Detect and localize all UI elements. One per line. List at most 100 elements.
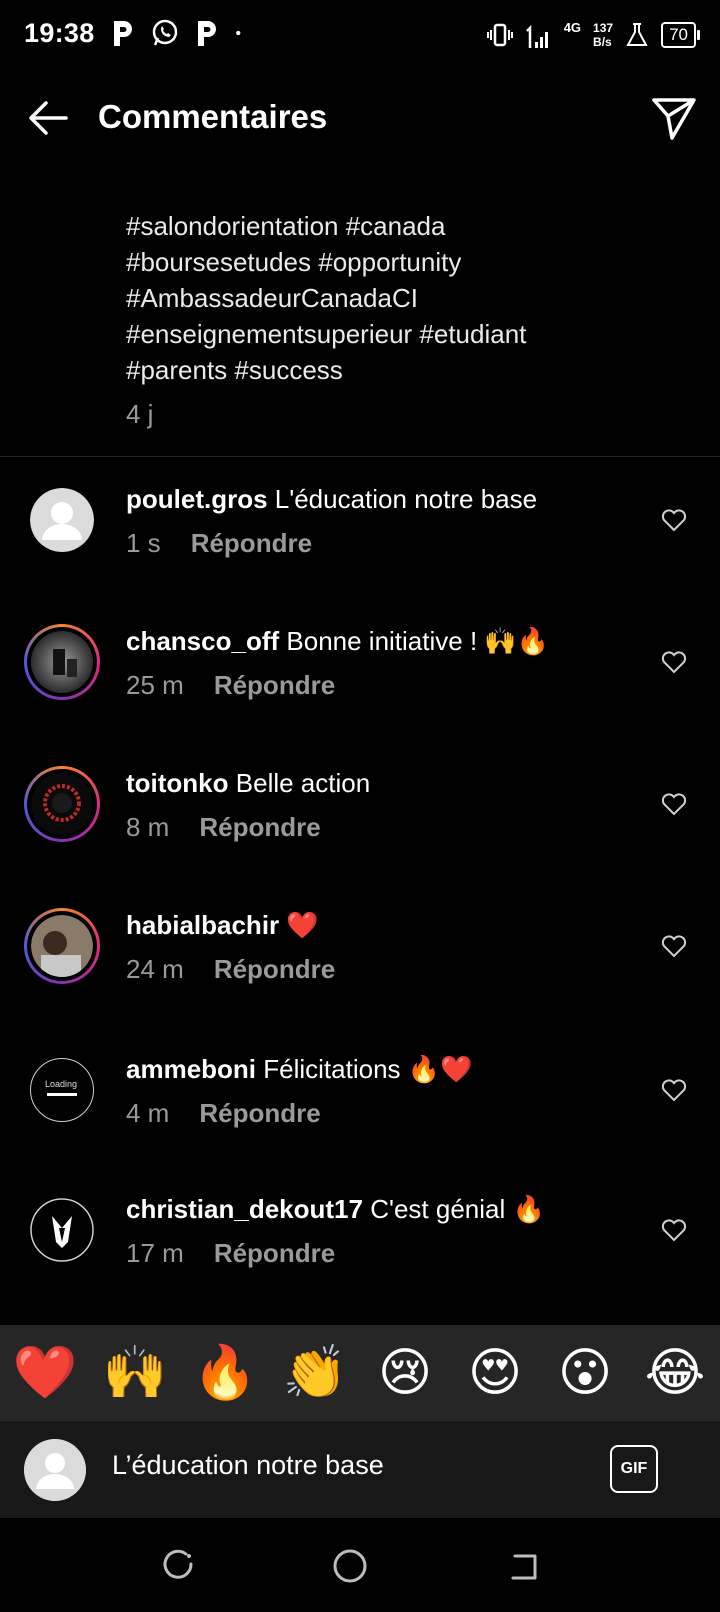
- divider: [0, 456, 720, 457]
- back-icon[interactable]: [505, 1546, 545, 1586]
- net-speed-value: 137: [593, 21, 614, 35]
- flask-icon: [626, 23, 648, 46]
- hashtag-line[interactable]: #salondorientation #canada: [126, 208, 686, 244]
- comment-meta: 4 m Répondre: [126, 1098, 321, 1129]
- comment-text: ❤️: [286, 910, 319, 940]
- comment-line: chansco_off Bonne initiative ! 🙌🔥: [126, 626, 549, 657]
- avatar: [31, 631, 93, 693]
- post-caption: #salondorientation #canada #boursesetude…: [126, 208, 686, 432]
- story-ring[interactable]: [24, 908, 100, 984]
- hashtag-line[interactable]: #AmbassadeurCanadaCI: [126, 280, 686, 316]
- comment-meta: 25 m Répondre: [126, 670, 335, 701]
- emoji-surprised[interactable]: 😮: [550, 1343, 620, 1403]
- story-ring[interactable]: [24, 624, 100, 700]
- comment-line: christian_dekout17 C'est génial 🔥: [126, 1194, 545, 1225]
- hashtag-line[interactable]: #parents #success: [126, 352, 686, 388]
- avatar-logo-text: Loading: [45, 1079, 78, 1089]
- comment-meta: 1 s Répondre: [126, 528, 312, 559]
- avatar[interactable]: [30, 488, 94, 552]
- comment-time: 24 m: [126, 954, 184, 984]
- emoji-laughing[interactable]: 😂: [640, 1343, 710, 1403]
- reply-button[interactable]: Répondre: [191, 528, 312, 558]
- heart-icon[interactable]: [660, 790, 688, 818]
- comment-text: L'éducation notre base: [274, 484, 538, 514]
- send-icon[interactable]: [650, 94, 698, 142]
- emoji-raised-hands[interactable]: 🙌: [100, 1342, 170, 1403]
- comment-time: 8 m: [126, 812, 170, 842]
- username[interactable]: poulet.gros: [126, 484, 268, 514]
- battery-indicator: 70: [661, 22, 700, 48]
- system-nav-bar: [0, 1518, 720, 1612]
- comment-input[interactable]: [110, 1449, 574, 1482]
- avatar[interactable]: [30, 1198, 94, 1262]
- ring-gap: [27, 769, 97, 839]
- story-ring[interactable]: [24, 766, 100, 842]
- comment-time: 17 m: [126, 1238, 184, 1268]
- comment-text: Félicitations 🔥❤️: [263, 1054, 473, 1084]
- comment-row: Loading ammeboni Félicitations 🔥❤️ 4 m Ré…: [0, 1054, 720, 1158]
- home-icon[interactable]: [330, 1546, 370, 1586]
- comment-composer: GIF: [0, 1420, 720, 1519]
- hashtag-line[interactable]: #enseignementsuperieur #etudiant: [126, 316, 686, 352]
- reply-button[interactable]: Répondre: [214, 670, 335, 700]
- avatar: [31, 915, 93, 977]
- comment-meta: 17 m Répondre: [126, 1238, 335, 1269]
- net-speed-unit: B/s: [593, 35, 612, 49]
- heart-icon[interactable]: [660, 648, 688, 676]
- ring-gap: [27, 911, 97, 981]
- emoji-clap[interactable]: 👏: [280, 1342, 350, 1403]
- comment-row: habialbachir ❤️ 24 m Répondre: [0, 908, 720, 1014]
- heart-icon[interactable]: [660, 1216, 688, 1244]
- signal-icon: [525, 24, 548, 48]
- avatar[interactable]: Loading: [30, 1058, 94, 1122]
- comment-line: ammeboni Félicitations 🔥❤️: [126, 1054, 473, 1085]
- heart-icon[interactable]: [660, 506, 688, 534]
- reply-button[interactable]: Répondre: [214, 1238, 335, 1268]
- comment-time: 4 m: [126, 1098, 170, 1128]
- comment-meta: 8 m Répondre: [126, 812, 321, 843]
- comment-line: habialbachir ❤️: [126, 910, 319, 941]
- app-header: Commentaires: [0, 74, 720, 166]
- username[interactable]: toitonko: [126, 768, 229, 798]
- dot-icon: [236, 30, 241, 36]
- username[interactable]: chansco_off: [126, 626, 279, 656]
- loading-bar: [47, 1093, 77, 1096]
- comment-meta: 24 m Répondre: [126, 954, 335, 985]
- reply-button[interactable]: Répondre: [199, 812, 320, 842]
- ring-gap: [27, 627, 97, 697]
- heart-icon[interactable]: [660, 932, 688, 960]
- reply-button[interactable]: Répondre: [199, 1098, 320, 1128]
- comment-text: C'est génial 🔥: [370, 1194, 545, 1224]
- status-bar: 19:38 4G 137 B/s 70: [0, 0, 720, 74]
- username[interactable]: ammeboni: [126, 1054, 256, 1084]
- comment-text: Bonne initiative ! 🙌🔥: [286, 626, 550, 656]
- comment-text: Belle action: [235, 768, 371, 798]
- caption-age: 4 j: [126, 399, 154, 429]
- back-arrow-icon[interactable]: [24, 94, 72, 142]
- username[interactable]: christian_dekout17: [126, 1194, 363, 1224]
- gif-button[interactable]: GIF: [610, 1445, 658, 1493]
- emoji-heart[interactable]: ❤️: [10, 1342, 80, 1403]
- comment-row: chansco_off Bonne initiative ! 🙌🔥 25 m Ré…: [0, 624, 720, 730]
- vibrate-icon: [486, 23, 513, 47]
- network-type: 4G: [563, 19, 582, 35]
- comment-row: poulet.gros L'éducation notre base 1 s Ré…: [0, 484, 720, 588]
- my-avatar: [24, 1439, 86, 1501]
- avatar: [31, 773, 93, 835]
- emoji-crying[interactable]: 😢: [370, 1343, 440, 1403]
- heart-icon[interactable]: [660, 1076, 688, 1104]
- net-speed: 137 B/s: [593, 21, 613, 49]
- whatsapp-icon: [152, 19, 178, 46]
- page-title: Commentaires: [98, 98, 328, 135]
- comment-row: toitonko Belle action 8 m Répondre: [0, 766, 720, 872]
- recents-icon[interactable]: [158, 1546, 198, 1586]
- p-app-icon: [114, 21, 132, 46]
- notification-icons: [108, 18, 250, 48]
- comment-time: 25 m: [126, 670, 184, 700]
- emoji-heart-eyes[interactable]: 😍: [460, 1343, 530, 1403]
- username[interactable]: habialbachir: [126, 910, 279, 940]
- hashtag-line[interactable]: #boursesetudes #opportunity: [126, 244, 686, 280]
- reply-button[interactable]: Répondre: [214, 954, 335, 984]
- system-icons: 4G 137 B/s 70: [486, 19, 700, 50]
- emoji-fire[interactable]: 🔥: [190, 1342, 260, 1403]
